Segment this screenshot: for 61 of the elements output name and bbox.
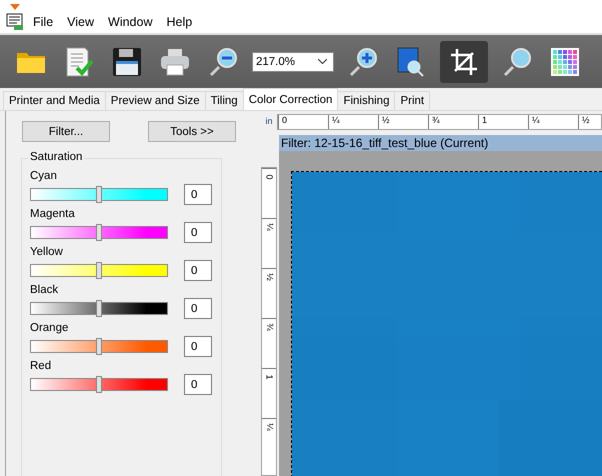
zoom-dropdown[interactable]: 217.0% [252,52,334,72]
ruler-label: ½ [264,273,275,281]
ruler-label: 0 [264,174,275,180]
page-magnifier-icon [397,46,425,76]
tools-button[interactable]: Tools >> [148,121,236,142]
ruler-label: ¼ [328,115,378,129]
crop-icon [449,46,479,76]
value-field[interactable]: 0 [184,222,212,243]
value-field[interactable]: 0 [184,184,212,205]
value-field[interactable]: 0 [184,298,212,319]
ruler-label: ¼ [264,423,275,431]
zoom-in-icon [348,46,378,76]
saturation-slider[interactable] [30,302,168,315]
tab[interactable]: Print [394,91,430,110]
saturation-slider[interactable] [30,340,168,353]
ruler-label: ¼ [528,115,578,129]
ruler-label: ¾ [428,115,478,129]
document-check-icon [65,46,93,78]
slider-label: Yellow [30,246,64,258]
ruler-label: ½ [378,115,428,129]
slider-label: Magenta [30,208,76,220]
tab[interactable]: Printer and Media [3,91,106,110]
slider-thumb[interactable] [96,224,102,241]
zoom-out-icon [208,46,238,76]
magnifier-icon [502,46,532,76]
saturation-slider[interactable] [30,226,168,239]
value-field[interactable]: 0 [184,374,212,395]
printer-icon [160,48,190,76]
ruler-label: 1 [478,115,528,129]
menu-item[interactable]: File [26,14,60,28]
menu-item[interactable]: Help [160,14,200,28]
tab[interactable]: Color Correction [242,88,338,110]
slider-thumb[interactable] [96,262,102,279]
menu-item[interactable]: View [60,14,102,28]
slider-label: Red [30,360,52,372]
value-field[interactable]: 0 [184,336,212,357]
value-field[interactable]: 0 [184,260,212,281]
filter-button[interactable]: Filter... [22,121,110,142]
slider-thumb[interactable] [96,338,102,355]
slider-label: Black [30,284,60,296]
color-grid-icon [551,48,579,76]
app-icon [6,12,24,30]
slider-thumb[interactable] [96,300,102,317]
menu-item[interactable]: Window [101,14,160,28]
chevron-down-icon [318,59,327,64]
ruler-label: ½ [578,115,601,129]
saturation-slider[interactable] [30,378,168,391]
slider-label: Orange [30,322,70,334]
slider-thumb[interactable] [96,186,102,203]
saturation-slider[interactable] [30,188,168,201]
preview-title: Filter: 12-15-16_tiff_test_blue (Current) [279,135,602,151]
ruler-label: ¼ [264,223,275,231]
ruler-label: ¾ [264,323,275,331]
slider-thumb[interactable] [96,376,102,393]
ruler-label: 1 [264,374,275,380]
slider-label: Cyan [30,170,58,182]
saturation-slider[interactable] [30,264,168,277]
ruler-label: 0 [278,115,328,129]
group-title: Saturation [28,151,84,163]
toolbar-button[interactable] [440,40,488,82]
unit-label: in [264,115,274,128]
